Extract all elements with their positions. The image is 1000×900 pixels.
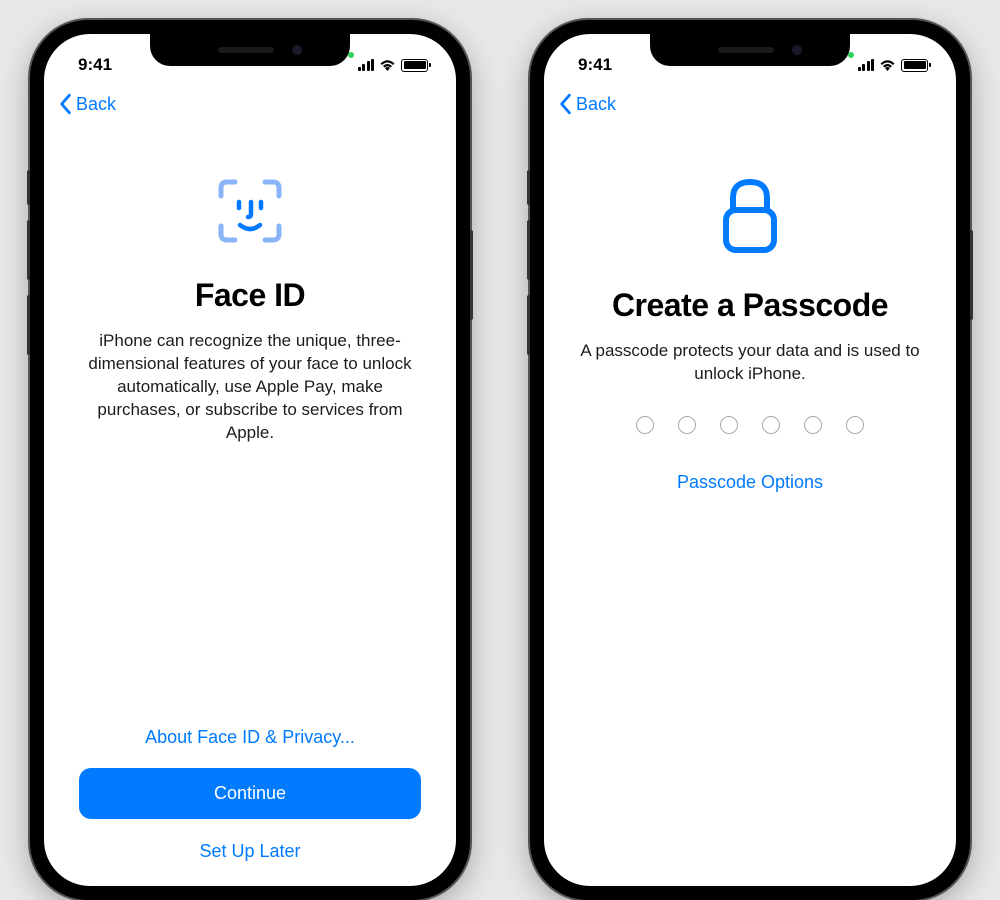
page-description: A passcode protects your data and is use… bbox=[574, 340, 926, 386]
cellular-signal-icon bbox=[858, 59, 875, 71]
camera-indicator-dot bbox=[848, 52, 854, 58]
screen-passcode: 9:41 Back Create a Passcode A passcode p… bbox=[544, 34, 956, 886]
page-title: Create a Passcode bbox=[612, 287, 888, 324]
continue-button[interactable]: Continue bbox=[79, 768, 421, 819]
back-button[interactable]: Back bbox=[58, 93, 116, 115]
passcode-input[interactable] bbox=[636, 416, 864, 434]
setup-later-link[interactable]: Set Up Later bbox=[185, 827, 314, 876]
wifi-icon bbox=[379, 59, 396, 71]
notch bbox=[650, 34, 850, 66]
face-id-icon bbox=[215, 176, 285, 251]
chevron-left-icon bbox=[558, 93, 572, 115]
battery-icon bbox=[901, 59, 928, 72]
phone-device-left: 9:41 Back bbox=[30, 20, 470, 900]
about-faceid-privacy-link[interactable]: About Face ID & Privacy... bbox=[131, 713, 369, 762]
screen-faceid: 9:41 Back bbox=[44, 34, 456, 886]
notch bbox=[150, 34, 350, 66]
back-label: Back bbox=[576, 94, 616, 115]
page-title: Face ID bbox=[195, 277, 305, 314]
cellular-signal-icon bbox=[358, 59, 375, 71]
back-label: Back bbox=[76, 94, 116, 115]
back-button[interactable]: Back bbox=[558, 93, 616, 115]
phone-device-right: 9:41 Back Create a Passcode A passcode p… bbox=[530, 20, 970, 900]
status-time: 9:41 bbox=[578, 55, 612, 75]
chevron-left-icon bbox=[58, 93, 72, 115]
passcode-options-link[interactable]: Passcode Options bbox=[663, 458, 837, 507]
camera-indicator-dot bbox=[348, 52, 354, 58]
wifi-icon bbox=[879, 59, 896, 71]
page-description: iPhone can recognize the unique, three-d… bbox=[74, 330, 426, 445]
status-time: 9:41 bbox=[78, 55, 112, 75]
battery-icon bbox=[401, 59, 428, 72]
lock-icon bbox=[719, 176, 781, 261]
